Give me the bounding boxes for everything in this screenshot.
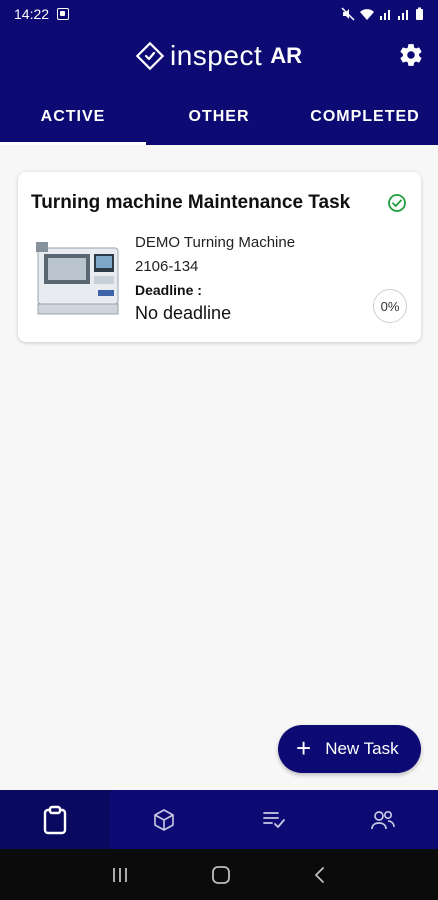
recents-icon[interactable] xyxy=(110,866,130,884)
progress-indicator: 0% xyxy=(373,289,407,323)
tab-other[interactable]: OTHER xyxy=(146,102,292,145)
system-nav-bar xyxy=(0,849,438,900)
machine-id: 2106-134 xyxy=(135,258,199,275)
battery-icon xyxy=(416,7,423,20)
nav-users[interactable] xyxy=(329,790,438,849)
nav-checklists[interactable] xyxy=(219,790,329,849)
mute-icon xyxy=(341,7,355,21)
logo-suffix: AR xyxy=(270,43,302,68)
checklist-icon xyxy=(262,811,285,828)
users-icon xyxy=(371,810,396,829)
check-circle-icon xyxy=(388,194,406,212)
app-logo: inspect AR xyxy=(0,36,438,76)
bottom-nav xyxy=(0,790,438,849)
notification-icon xyxy=(57,8,70,20)
home-icon[interactable] xyxy=(210,864,232,886)
clipboard-icon xyxy=(43,805,66,834)
gear-icon xyxy=(400,44,422,66)
cube-icon xyxy=(154,808,175,831)
task-title: Turning machine Maintenance Task xyxy=(31,192,351,213)
plus-icon: + xyxy=(296,733,312,763)
deadline-value: No deadline xyxy=(135,303,232,323)
nav-tasks[interactable] xyxy=(0,790,110,849)
status-icons xyxy=(341,7,424,21)
deadline-label: Deadline : xyxy=(135,282,202,298)
logo-diamond-icon xyxy=(136,42,164,70)
tab-active[interactable]: ACTIVE xyxy=(0,102,146,145)
new-task-label: New Task xyxy=(325,739,399,758)
signal-icon-2 xyxy=(398,10,408,20)
logo-text: inspect xyxy=(170,40,263,71)
back-icon[interactable] xyxy=(312,865,328,885)
status-time: 14:22 xyxy=(14,6,50,22)
app-header: inspect AR ACTIVE OTHER COMPLETED xyxy=(0,28,438,145)
wifi-icon xyxy=(360,9,374,20)
status-bar: 14:22 xyxy=(0,0,438,28)
settings-button[interactable] xyxy=(398,42,424,68)
nav-assets[interactable] xyxy=(110,790,220,849)
tab-completed[interactable]: COMPLETED xyxy=(292,102,438,145)
task-card[interactable]: Turning machine Maintenance Task DEMO Tu… xyxy=(18,172,421,342)
tab-bar: ACTIVE OTHER COMPLETED xyxy=(0,102,438,145)
new-task-button[interactable]: + New Task xyxy=(278,725,421,773)
machine-image xyxy=(36,242,119,315)
signal-icon xyxy=(380,10,390,20)
machine-name: DEMO Turning Machine xyxy=(135,234,296,251)
